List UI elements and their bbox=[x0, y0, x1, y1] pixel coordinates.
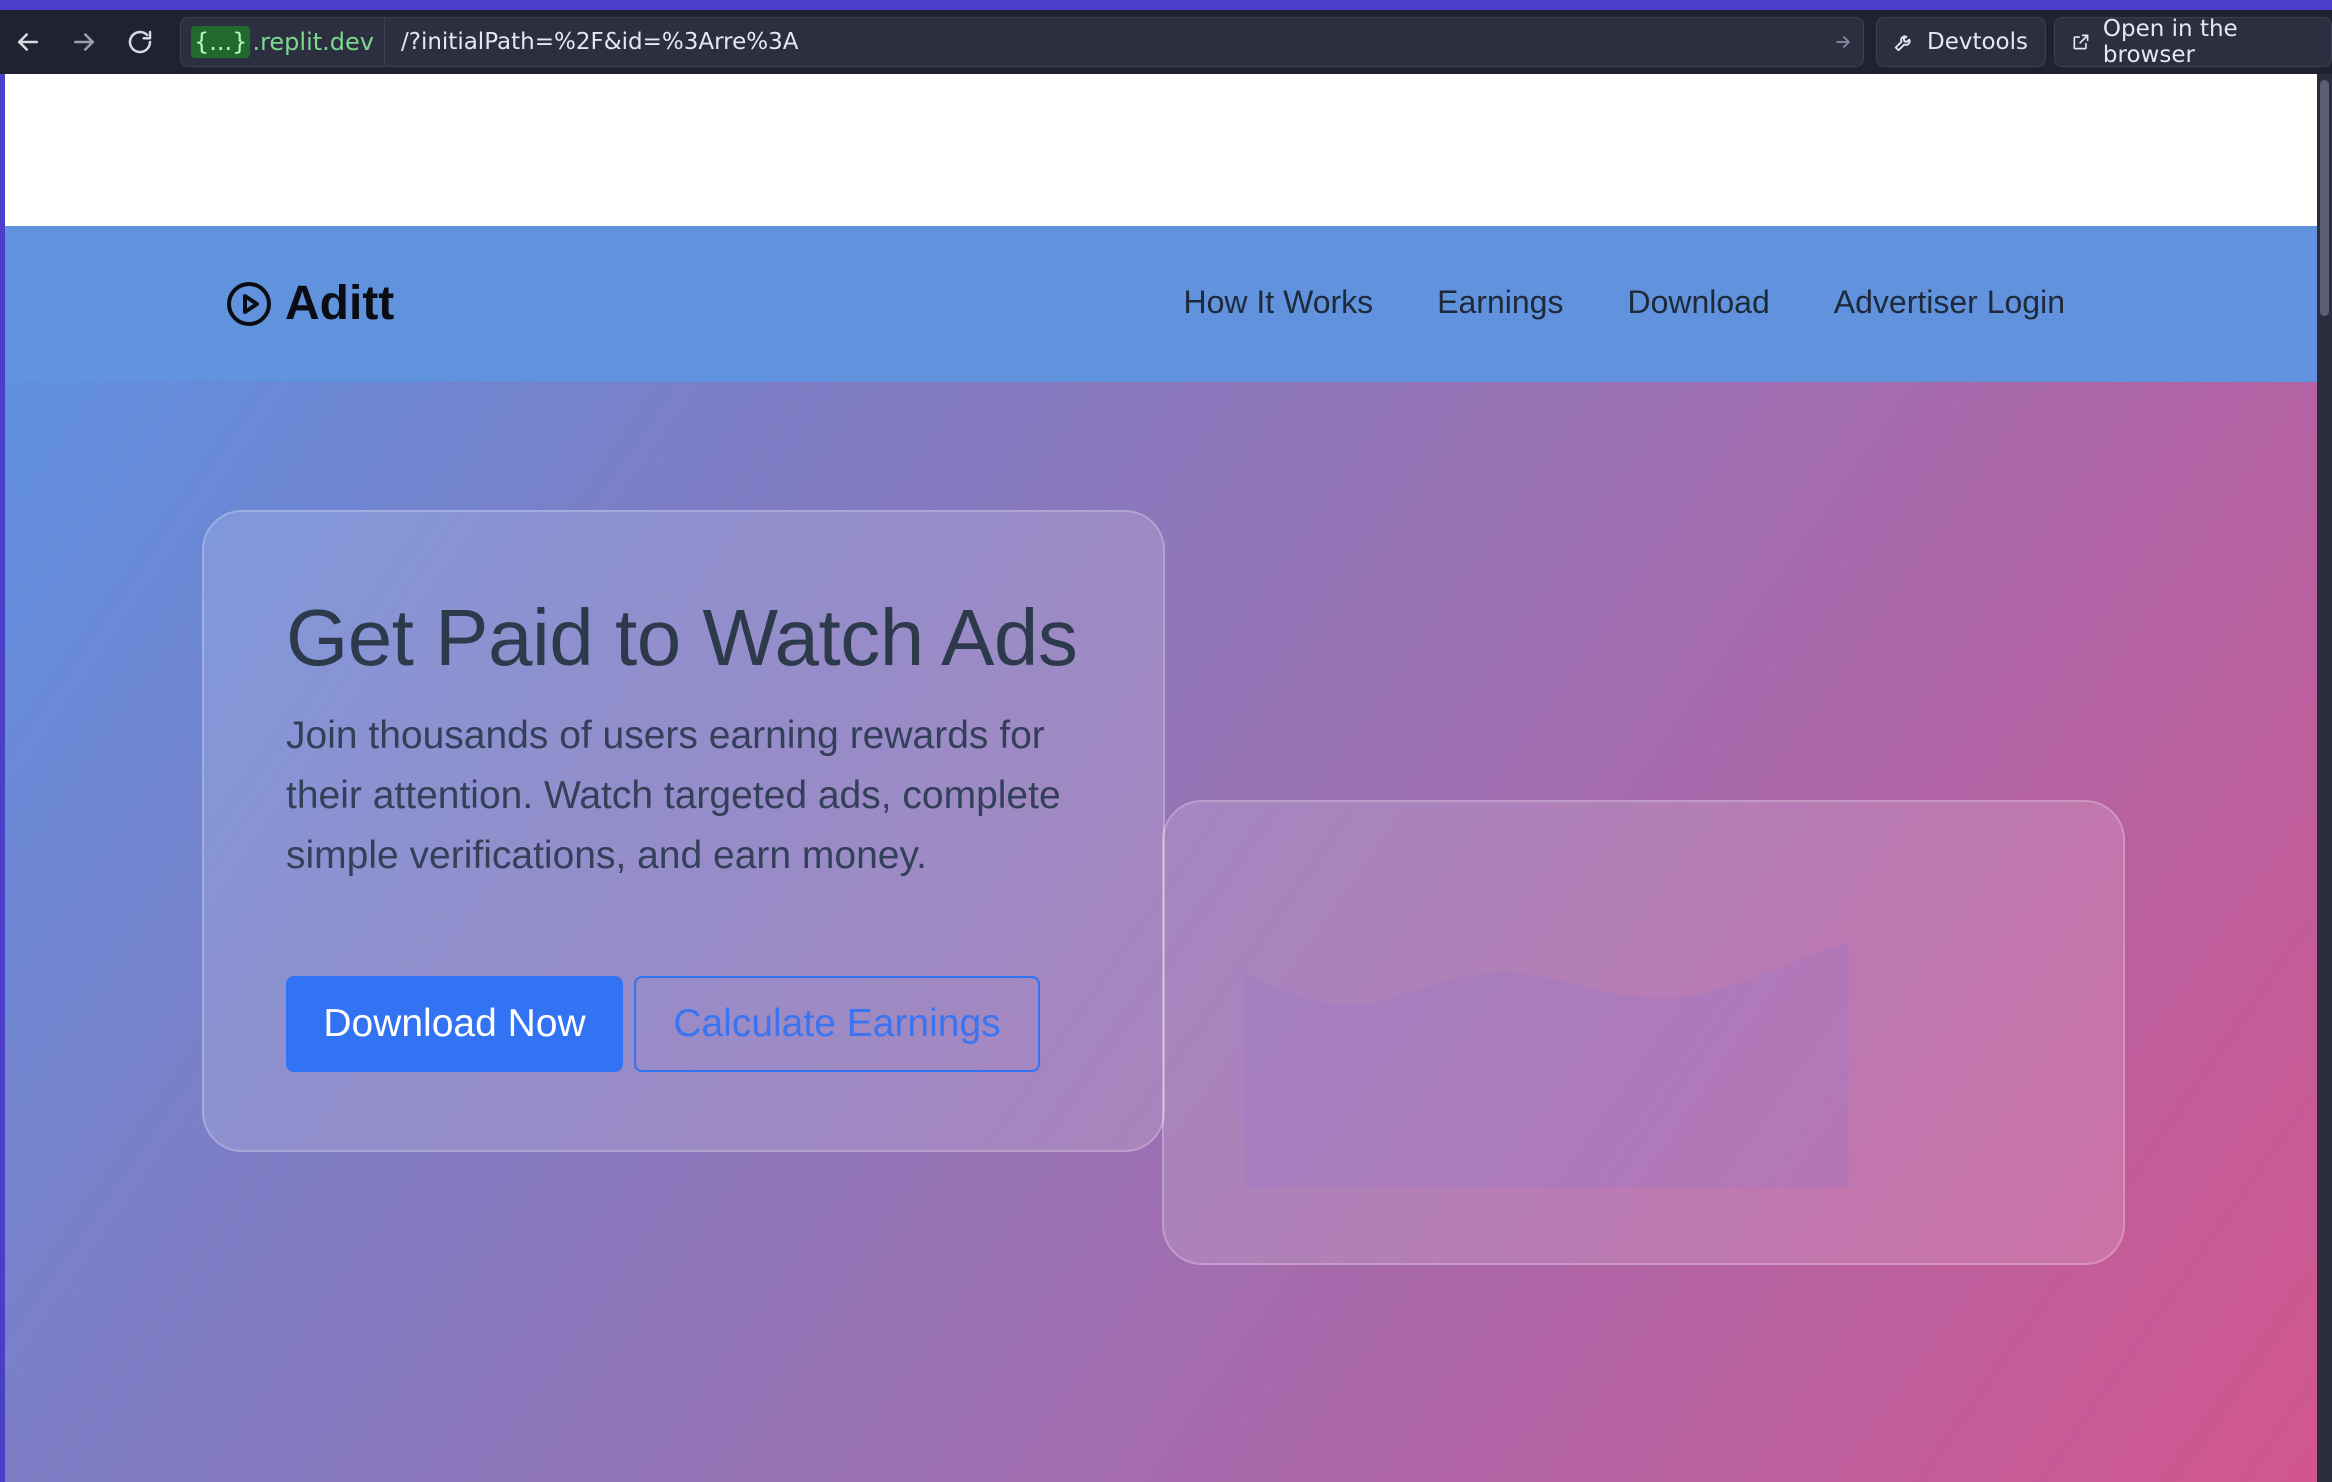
url-domain-text: .replit.dev bbox=[252, 28, 374, 56]
page-scrollbar[interactable] bbox=[2317, 74, 2332, 1482]
brand-name: Aditt bbox=[285, 277, 395, 330]
url-domain: {...} .replit.dev bbox=[181, 18, 385, 66]
url-go-button[interactable] bbox=[1823, 32, 1863, 52]
hero-card: Get Paid to Watch Ads Join thousands of … bbox=[202, 510, 1165, 1152]
forward-button[interactable] bbox=[56, 10, 112, 74]
url-bar[interactable]: {...} .replit.dev /?initialPath=%2F&id=%… bbox=[180, 17, 1864, 67]
back-button[interactable] bbox=[0, 10, 56, 74]
devtools-label: Devtools bbox=[1927, 29, 2029, 55]
hero-title: Get Paid to Watch Ads bbox=[286, 593, 1078, 682]
open-in-browser-button[interactable]: Open in the browser bbox=[2054, 16, 2332, 68]
scrollbar-thumb[interactable] bbox=[2320, 80, 2329, 316]
hero-description: Join thousands of users earning rewards … bbox=[286, 714, 1061, 877]
wave-illustration bbox=[1244, 942, 1849, 1187]
site-header: Aditt How It Works Earnings Download Adv… bbox=[5, 226, 2317, 382]
open-browser-label: Open in the browser bbox=[2102, 16, 2238, 68]
calculate-earnings-button[interactable]: Calculate Earnings bbox=[634, 976, 1040, 1072]
arrow-right-icon bbox=[1836, 36, 1850, 48]
download-now-button[interactable]: Download Now bbox=[286, 976, 623, 1072]
devtools-button[interactable]: Devtools bbox=[1876, 17, 2046, 67]
reload-icon bbox=[128, 30, 152, 54]
window-accent-bar bbox=[0, 0, 2332, 10]
hero-section: Get Paid to Watch Ads Join thousands of … bbox=[5, 382, 2317, 1482]
browser-toolbar: {...} .replit.dev /?initialPath=%2F&id=%… bbox=[0, 10, 2332, 74]
nav-earnings[interactable]: Earnings bbox=[1437, 284, 1563, 321]
nav-download[interactable]: Download bbox=[1627, 284, 1769, 321]
site-logo[interactable]: Aditt bbox=[225, 276, 394, 331]
url-path[interactable]: /?initialPath=%2F&id=%3Arre%3A bbox=[385, 29, 1823, 55]
play-circle-icon bbox=[227, 281, 271, 326]
reload-button[interactable] bbox=[112, 10, 168, 74]
hero-preview-card bbox=[1162, 800, 2125, 1265]
arrow-left-icon bbox=[18, 33, 38, 51]
nav-how-it-works[interactable]: How It Works bbox=[1184, 284, 1374, 321]
main-nav: How It Works Earnings Download Advertise… bbox=[1184, 284, 2066, 321]
arrow-right-icon bbox=[74, 33, 94, 51]
page-viewport: Aditt How It Works Earnings Download Adv… bbox=[5, 74, 2317, 1482]
external-link-icon bbox=[2073, 34, 2089, 50]
url-domain-prefix: {...} bbox=[191, 26, 251, 58]
nav-advertiser-login[interactable]: Advertiser Login bbox=[1834, 284, 2065, 321]
wrench-icon bbox=[1894, 35, 1911, 52]
